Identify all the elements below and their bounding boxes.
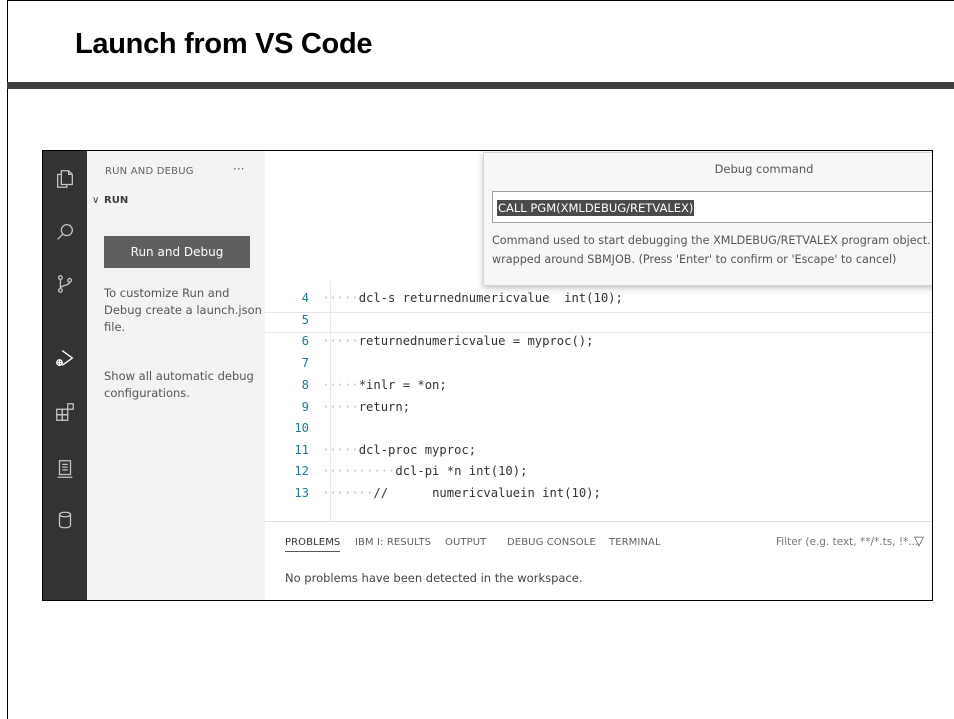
code-line-current: 5 [265,312,932,333]
run-debug-sidebar: RUN AND DEBUG ··· ∨ RUN Run and Debug To … [87,151,265,600]
popup-title: Debug command [714,162,814,176]
popup-description: Command used to start debugging the XMLD… [492,234,932,266]
code-text: ·····dcl-s returnednumericvalue int(10); [322,291,623,305]
line-number: 7 [301,356,309,370]
code-line: 7 [265,356,932,377]
source-control-icon[interactable] [54,273,76,295]
extensions-icon[interactable] [54,401,76,423]
line-number: 6 [301,334,309,348]
debug-command-popup: Debug command CALL PGM(XMLDEBUG/RETVALEX… [483,152,932,286]
customize-text[interactable]: To customize Run and Debug create a laun… [104,285,264,336]
line-number: 9 [301,400,309,414]
problems-message: No problems have been detected in the wo… [285,571,583,585]
tab-output[interactable]: OUTPUT [445,537,486,548]
code-text: ··········dcl-pi *n int(10); [322,464,528,478]
line-number: 5 [301,313,309,327]
chevron-down-icon: ∨ [92,195,100,206]
bottom-panel: PROBLEMS IBM I: RESULTS OUTPUT DEBUG CON… [265,521,932,600]
activity-bar [43,151,87,600]
code-line: 10 [265,421,932,442]
tab-debug-console[interactable]: DEBUG CONSOLE [507,537,596,548]
title-rule [7,82,954,89]
sidebar-header: RUN AND DEBUG [105,166,194,177]
ibmi-icon[interactable] [54,458,76,480]
line-number: 8 [301,378,309,392]
code-line: 11 ·····dcl-proc myproc; [265,443,932,464]
debug-command-input[interactable]: CALL PGM(XMLDEBUG/RETVALEX) [492,191,932,223]
line-number: 4 [301,291,309,305]
run-debug-icon[interactable] [54,347,76,369]
line-number: 10 [294,421,309,435]
debug-command-value: CALL PGM(XMLDEBUG/RETVALEX) [497,200,695,216]
slide-title: Launch from VS Code [75,28,373,60]
code-line: 6 ·····returnednumericvalue = myproc(); [265,334,932,355]
code-text: ·······// numericvaluein int(10); [322,486,601,500]
tab-terminal[interactable]: TERMINAL [609,537,661,548]
code-line: 8 ·····*inlr = *on; [265,378,932,399]
code-text: ·····returnednumericvalue = myproc(); [322,334,594,348]
run-section-header[interactable]: ∨ RUN [92,195,128,206]
code-line: 12 ··········dcl-pi *n int(10); [265,464,932,485]
code-line: 4 ·····dcl-s returnednumericvalue int(10… [265,291,932,312]
filter-placeholder: Filter (e.g. text, **/*.ts, !*... [776,536,919,548]
tab-ibmi-results[interactable]: IBM I: RESULTS [355,537,431,548]
more-actions-icon[interactable]: ··· [233,162,244,176]
code-text: ·····return; [322,400,411,414]
line-number: 11 [294,443,309,457]
tab-problems[interactable]: PROBLEMS [285,537,341,552]
explorer-icon[interactable] [54,168,76,190]
code-text: ·····*inlr = *on; [322,378,447,392]
run-and-debug-button[interactable]: Run and Debug [104,236,250,268]
filter-icon[interactable]: ▽ [914,531,924,553]
show-all-configurations-link[interactable]: Show all automatic debug configurations. [104,368,264,402]
code-text: ·····dcl-proc myproc; [322,443,477,457]
line-number: 12 [294,464,309,478]
run-section-label: RUN [104,195,129,206]
filter-input[interactable]: Filter (e.g. text, **/*.ts, !*... ▽ [770,531,928,553]
search-icon[interactable] [54,221,76,243]
code-line: 9 ·····return; [265,400,932,421]
database-icon[interactable] [54,509,76,531]
vscode-window: RUN AND DEBUG ··· ∨ RUN Run and Debug To … [42,150,933,601]
line-number: 13 [294,486,309,500]
code-line: 13 ·······// numericvaluein int(10); [265,486,932,507]
